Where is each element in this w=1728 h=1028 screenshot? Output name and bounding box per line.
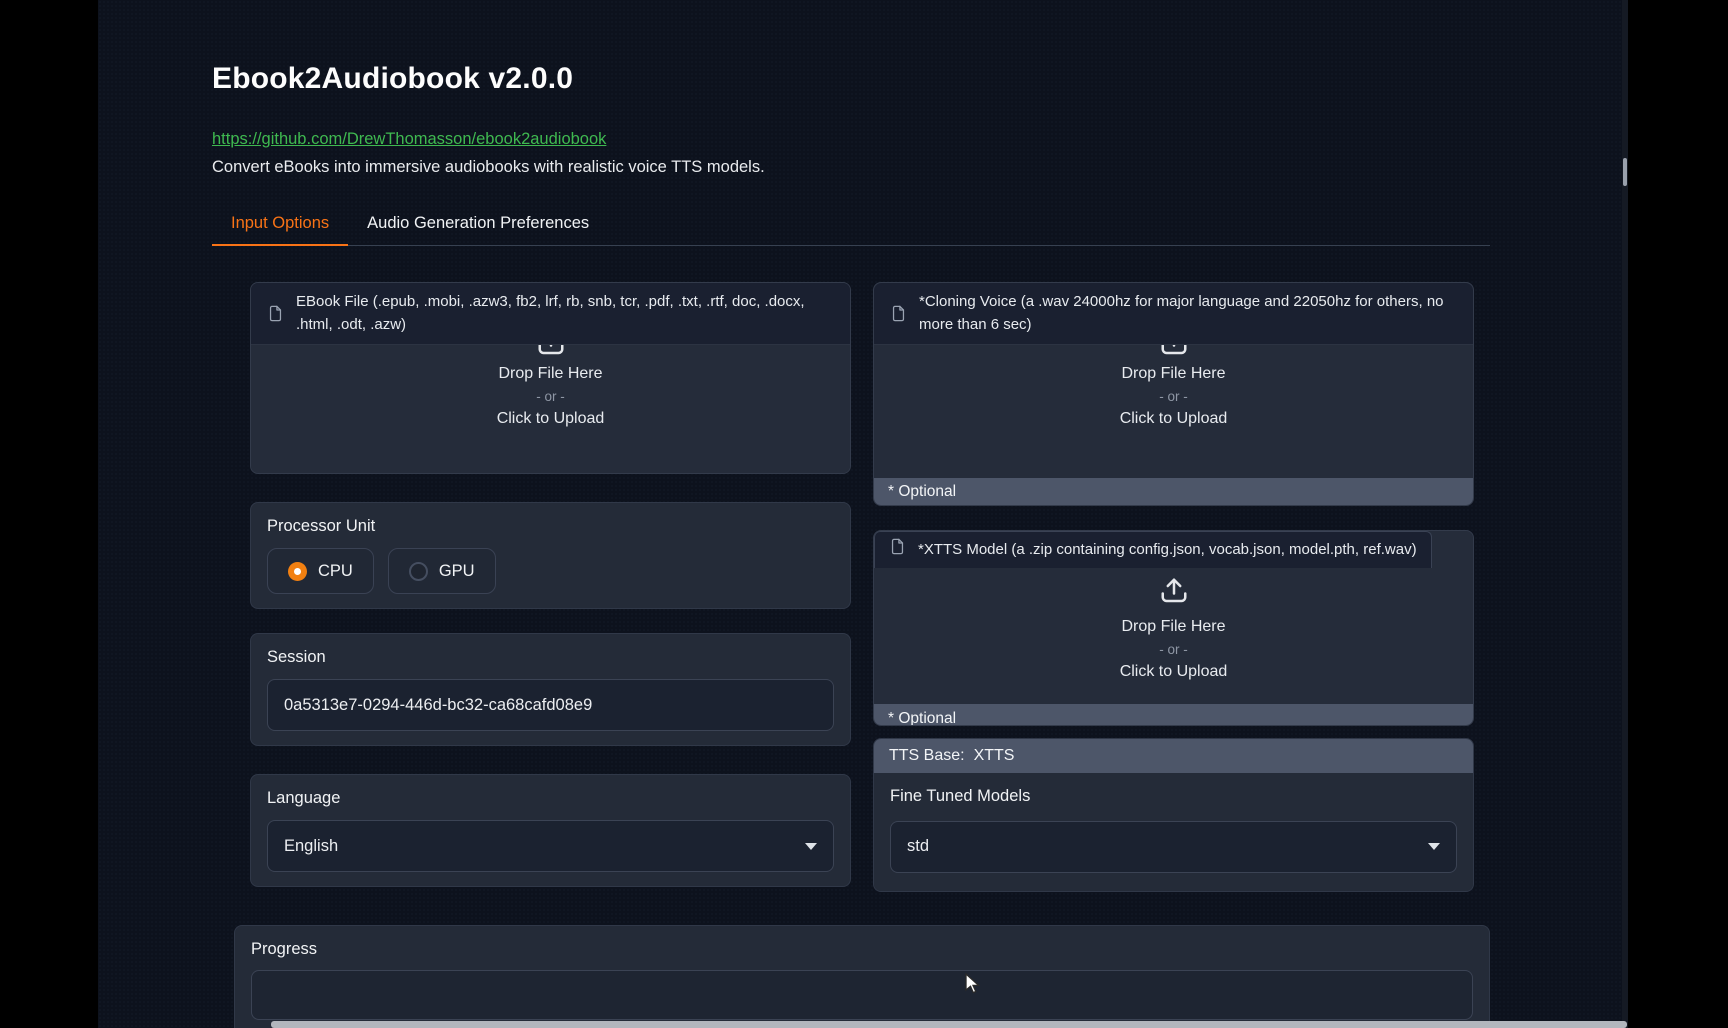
upload-icon: [536, 345, 566, 358]
app-window: Ebook2Audiobook v2.0.0 https://github.co…: [98, 0, 1628, 1028]
click-to-upload-button[interactable]: Click to Upload: [497, 410, 605, 428]
xtts-model-group: *XTTS Model (a .zip containing config.js…: [873, 530, 1474, 726]
radio-gpu[interactable]: GPU: [388, 548, 496, 594]
xtts-optional-bar: * Optional: [874, 704, 1473, 725]
tab-input-options[interactable]: Input Options: [212, 204, 348, 246]
radio-selected-icon: [288, 562, 307, 581]
xtts-model-drop-zone[interactable]: Drop File Here - or - Click to Upload: [874, 568, 1473, 704]
cloning-voice-header: *Cloning Voice (a .wav 24000hz for major…: [874, 283, 1473, 345]
right-column: *Cloning Voice (a .wav 24000hz for major…: [873, 282, 1474, 892]
github-link[interactable]: https://github.com/DrewThomasson/ebook2a…: [212, 130, 606, 149]
session-input[interactable]: 0a5313e7-0294-446d-bc32-ca68cafd08e9: [267, 679, 834, 731]
horizontal-scrollbar-thumb[interactable]: [271, 1021, 1627, 1028]
processor-unit-label: Processor Unit: [267, 517, 834, 536]
cloning-voice-label: *Cloning Voice (a .wav 24000hz for major…: [919, 291, 1457, 336]
radio-cpu[interactable]: CPU: [267, 548, 374, 594]
or-text: - or -: [1159, 389, 1188, 404]
processor-radio-group: CPU GPU: [267, 548, 834, 594]
file-icon: [267, 305, 284, 322]
cloning-voice-group: *Cloning Voice (a .wav 24000hz for major…: [873, 282, 1474, 506]
tts-base-bar: TTS Base: XTTS: [874, 739, 1473, 773]
radio-gpu-label: GPU: [439, 562, 475, 581]
tts-base-value: XTTS: [974, 747, 1015, 764]
tts-base-label: TTS Base:: [889, 747, 965, 764]
or-text: - or -: [1159, 642, 1188, 657]
ebook-file-upload[interactable]: EBook File (.epub, .mobi, .azw3, fb2, lr…: [250, 282, 851, 474]
drop-file-text: Drop File Here: [1121, 365, 1225, 383]
left-column: EBook File (.epub, .mobi, .azw3, fb2, lr…: [250, 282, 851, 892]
radio-unselected-icon: [409, 562, 428, 581]
page-content: Ebook2Audiobook v2.0.0 https://github.co…: [212, 0, 1490, 1028]
chevron-down-icon: [1428, 843, 1440, 850]
file-icon: [889, 538, 906, 562]
language-selected-value: English: [284, 837, 338, 856]
file-icon: [890, 305, 907, 322]
drop-file-text: Drop File Here: [1121, 618, 1225, 636]
ebook-file-label: EBook File (.epub, .mobi, .azw3, fb2, lr…: [296, 291, 834, 336]
xtts-model-header: *XTTS Model (a .zip containing config.js…: [874, 531, 1432, 568]
session-label: Session: [267, 648, 834, 667]
language-panel: Language English: [250, 774, 851, 887]
upload-icon: [1159, 345, 1189, 358]
tab-panel-input-options: EBook File (.epub, .mobi, .azw3, fb2, lr…: [212, 246, 1490, 892]
radio-cpu-label: CPU: [318, 562, 353, 581]
tab-bar: Input Options Audio Generation Preferenc…: [212, 204, 1490, 246]
vertical-scrollbar-track[interactable]: [1622, 0, 1628, 1028]
processor-unit-panel: Processor Unit CPU GPU: [250, 502, 851, 609]
fine-tuned-models-panel: Fine Tuned Models std: [874, 773, 1473, 891]
ebook-drop-zone[interactable]: Drop File Here - or - Click to Upload: [251, 345, 850, 473]
progress-bar: [251, 970, 1473, 1020]
drop-file-text: Drop File Here: [498, 365, 602, 383]
cloning-optional-bar: * Optional: [874, 478, 1473, 505]
language-dropdown[interactable]: English: [267, 820, 834, 872]
chevron-down-icon: [805, 843, 817, 850]
click-to-upload-button[interactable]: Click to Upload: [1120, 663, 1228, 681]
vertical-scrollbar-thumb[interactable]: [1623, 158, 1627, 186]
fine-tuned-selected-value: std: [907, 837, 929, 856]
upload-icon: [1159, 576, 1189, 611]
page-subtitle: Convert eBooks into immersive audiobooks…: [212, 158, 1490, 177]
cloning-voice-drop-zone[interactable]: Drop File Here - or - Click to Upload: [874, 345, 1473, 478]
progress-label: Progress: [251, 940, 1473, 959]
tab-audio-generation-preferences[interactable]: Audio Generation Preferences: [348, 204, 608, 245]
screenshot-stage: Ebook2Audiobook v2.0.0 https://github.co…: [0, 0, 1728, 1028]
language-label: Language: [267, 789, 834, 808]
xtts-model-label: *XTTS Model (a .zip containing config.js…: [918, 539, 1417, 561]
page-title: Ebook2Audiobook v2.0.0: [212, 62, 1490, 96]
fine-tuned-models-dropdown[interactable]: std: [890, 821, 1457, 873]
click-to-upload-button[interactable]: Click to Upload: [1120, 410, 1228, 428]
fine-tuned-models-label: Fine Tuned Models: [890, 787, 1457, 806]
session-panel: Session 0a5313e7-0294-446d-bc32-ca68cafd…: [250, 633, 851, 746]
progress-panel: Progress: [234, 925, 1490, 1028]
tts-base-group: TTS Base: XTTS Fine Tuned Models std: [873, 738, 1474, 892]
ebook-file-header: EBook File (.epub, .mobi, .azw3, fb2, lr…: [251, 283, 850, 345]
or-text: - or -: [536, 389, 565, 404]
